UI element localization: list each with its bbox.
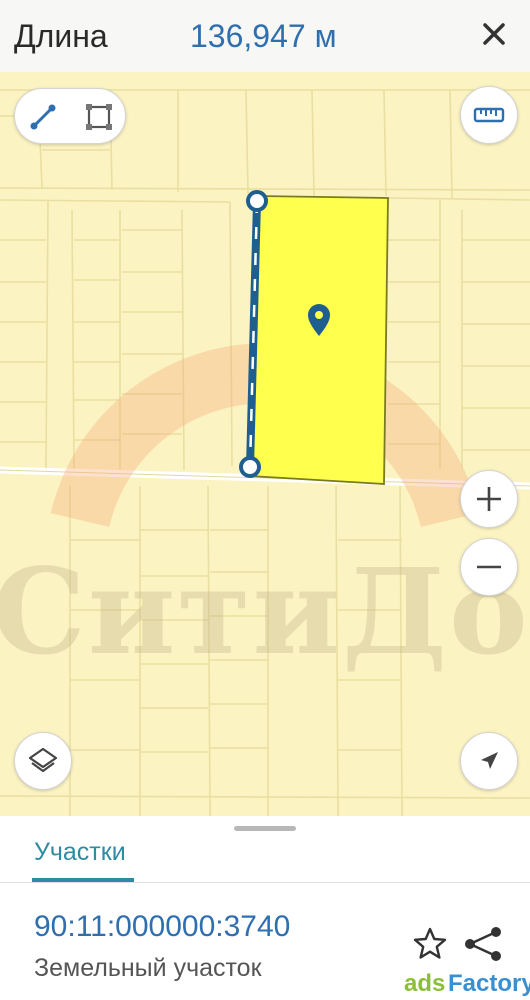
measure-value: 136,947 м (190, 18, 337, 54)
area-measure-button[interactable] (71, 89, 127, 145)
ruler-icon (473, 107, 505, 123)
parcel-grid (0, 89, 530, 816)
star-icon[interactable] (412, 926, 448, 962)
tab-parcels[interactable]: Участки (34, 838, 126, 867)
measure-label: Длина (14, 18, 108, 54)
line-measure-button[interactable] (15, 89, 71, 145)
measure-bar: Длина 136,947 м (0, 0, 530, 72)
layers-button[interactable] (14, 732, 72, 790)
measure-end-point (239, 456, 261, 478)
measure-mode-toggle[interactable] (14, 88, 126, 144)
selected-parcel (249, 195, 389, 485)
plus-icon (477, 487, 501, 511)
divider (0, 882, 530, 883)
cadastral-number[interactable]: 90:11:000000:3740 (34, 910, 290, 944)
measure-start-point (246, 190, 268, 212)
factory-text: Factory (448, 970, 530, 997)
share-icon[interactable] (458, 924, 508, 964)
minus-icon (477, 565, 501, 569)
locate-button[interactable] (460, 732, 518, 790)
zoom-in-button[interactable] (460, 470, 518, 528)
close-icon[interactable] (476, 16, 512, 52)
app-screen: Длина 136,947 м СитиДо Участки 90:11:000… (0, 0, 530, 1000)
area-measure-icon (86, 104, 112, 130)
sheet-drag-handle[interactable] (234, 826, 296, 831)
navigation-arrow-icon (481, 752, 498, 769)
bottom-sheet: Участки 90:11:000000:3740 Земельный учас… (0, 816, 530, 1000)
ruler-button[interactable] (460, 86, 518, 144)
adsfactory-watermark: ads Factory (400, 964, 530, 1000)
line-measure-icon (30, 104, 56, 130)
cadastral-map[interactable]: СитиДом (0, 72, 530, 816)
layers-icon (28, 747, 58, 773)
parcel-type: Земельный участок (34, 954, 262, 982)
ads-text: ads (404, 970, 446, 997)
zoom-out-button[interactable] (460, 538, 518, 596)
